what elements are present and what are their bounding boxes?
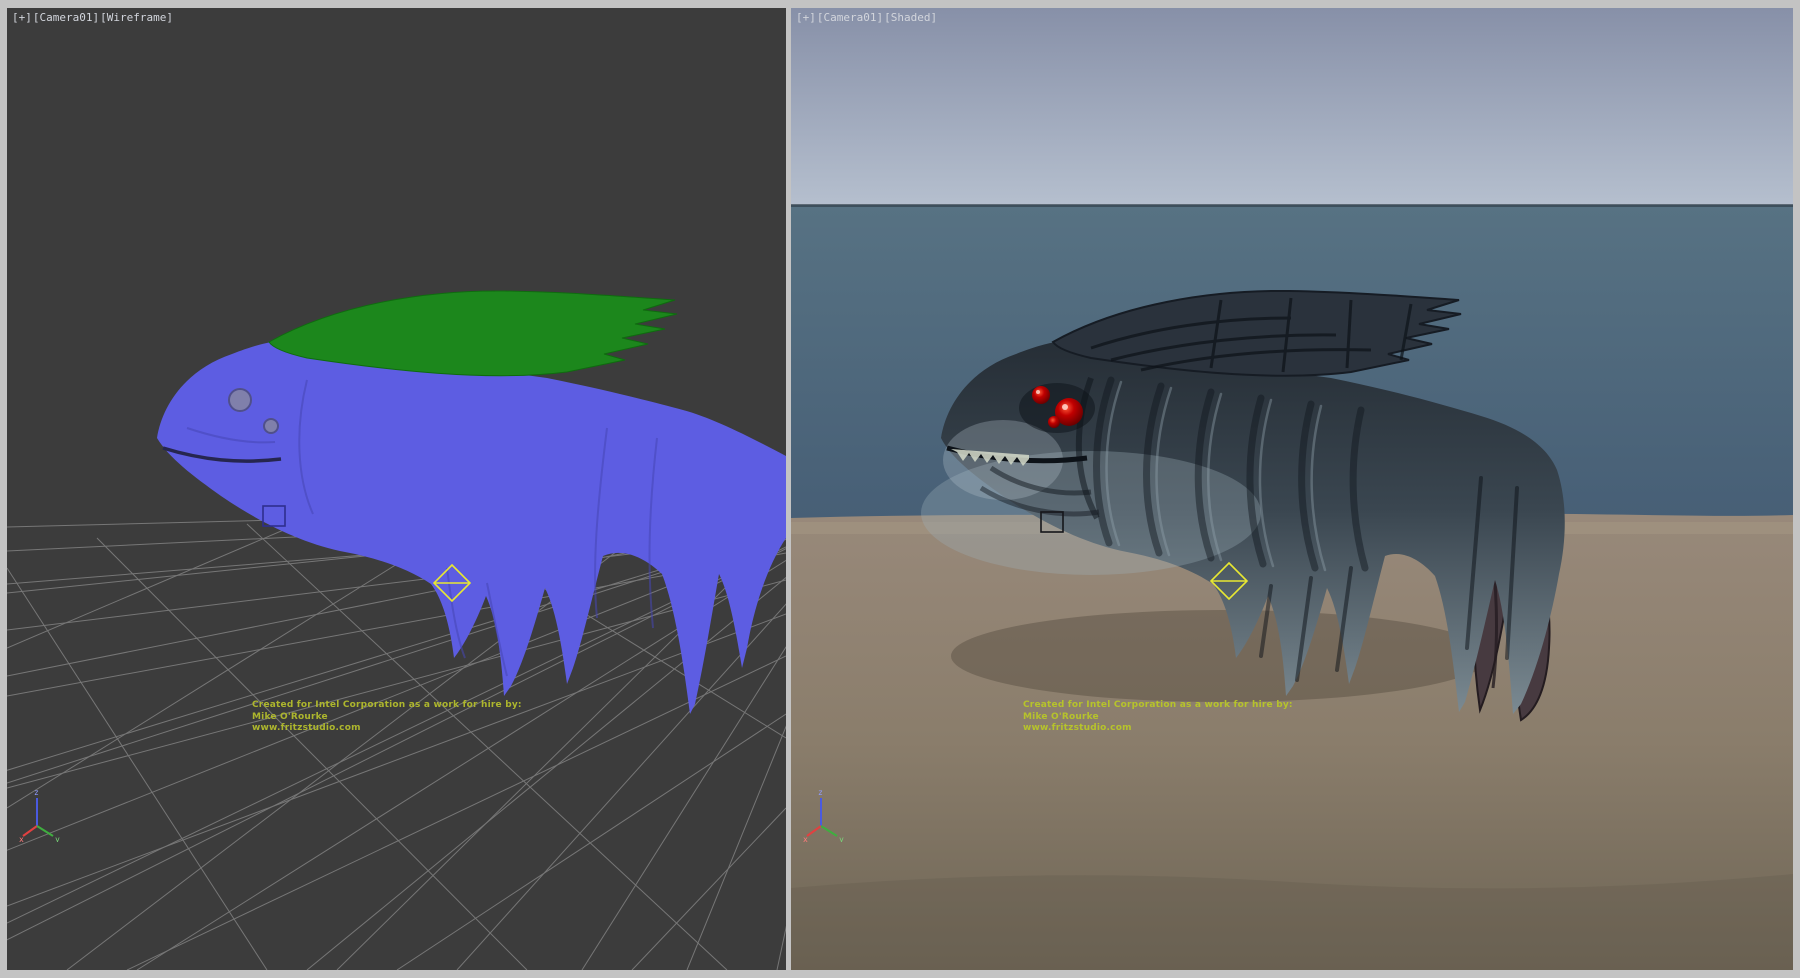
watermark-text: Created for Intel Corporation as a work … (1023, 700, 1293, 735)
viewport-label-left: [+][Camera01][Wireframe] (12, 11, 174, 24)
fish-eye-spot-large (229, 389, 251, 411)
axis-x-label: x (803, 835, 808, 842)
viewport-menu-shading[interactable]: [Wireframe] (100, 11, 173, 24)
axis-z-label: z (34, 788, 39, 797)
fish-eye-small (1048, 416, 1060, 428)
fish-model-wireframe[interactable] (157, 291, 786, 714)
viewport-menu-plus[interactable]: [+] (12, 11, 32, 24)
sky (791, 8, 1793, 205)
shaded-scene (791, 8, 1793, 970)
viewport-wireframe[interactable]: [+][Camera01][Wireframe] (7, 8, 786, 970)
viewport-menu-shading[interactable]: [Shaded] (884, 11, 937, 24)
viewport-menu-camera[interactable]: [Camera01] (817, 11, 883, 24)
horizon-line (791, 204, 1793, 207)
world-axis-gizmo: z x y (19, 786, 71, 842)
axis-z-label: z (818, 788, 823, 797)
axis-x-label: x (19, 835, 24, 842)
axis-y-label: y (55, 835, 60, 842)
fish-eye-medium (1032, 386, 1050, 404)
viewport-shaded[interactable]: [+][Camera01][Shaded] (791, 8, 1793, 970)
viewport-menu-plus[interactable]: [+] (796, 11, 816, 24)
watermark-text: Created for Intel Corporation as a work … (252, 700, 522, 735)
viewport-menu-camera[interactable]: [Camera01] (33, 11, 99, 24)
fish-eye-spot-small (264, 419, 278, 433)
world-axis-gizmo: z x y (803, 786, 855, 842)
axis-y-label: y (839, 835, 844, 842)
viewport-workspace: [+][Camera01][Wireframe] (0, 0, 1800, 978)
viewport-label-right: [+][Camera01][Shaded] (796, 11, 938, 24)
wireframe-scene (7, 8, 786, 970)
